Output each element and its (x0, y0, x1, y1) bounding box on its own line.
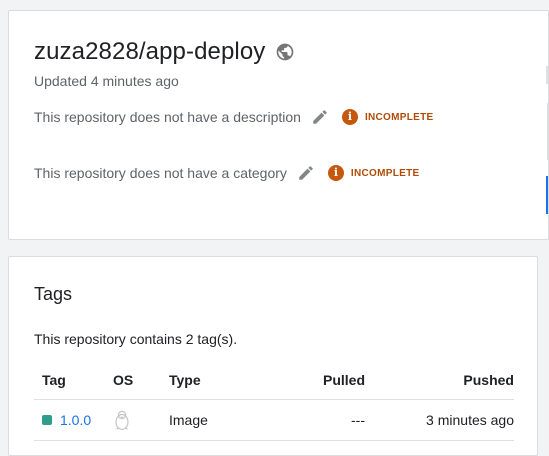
right-edge-divider (546, 66, 548, 84)
type-cell: Image (169, 412, 208, 428)
updated-timestamp: Updated 4 minutes ago (34, 73, 179, 89)
tag-status-dot (42, 415, 52, 425)
description-row: This repository does not have a descript… (34, 108, 434, 126)
right-edge-button-fragment[interactable] (546, 176, 548, 214)
column-header-pushed[interactable]: Pushed (365, 372, 514, 388)
description-status-badge: i INCOMPLETE (341, 109, 434, 125)
info-icon: i (327, 165, 344, 181)
table-row: 1.0.0 Image --- 3 minutes ago (34, 400, 514, 441)
tags-table: Tag OS Type Pulled Pushed 1.0.0 Image --… (34, 361, 514, 441)
globe-icon (275, 42, 295, 62)
repo-title: zuza2828/app-deploy (34, 38, 266, 65)
tags-section-title: Tags (34, 284, 73, 304)
tag-cell: 1.0.0 (34, 412, 113, 428)
tags-card: Tags This repository contains 2 tag(s). … (8, 256, 538, 456)
column-header-type[interactable]: Type (169, 372, 240, 388)
repo-info-card: zuza2828/app-deploy Updated 4 minutes ag… (8, 10, 549, 240)
column-header-pulled[interactable]: Pulled (240, 372, 365, 388)
column-header-tag[interactable]: Tag (34, 372, 113, 388)
repo-title-row: zuza2828/app-deploy (34, 38, 295, 66)
tags-table-header: Tag OS Type Pulled Pushed (34, 361, 514, 400)
right-edge-panel-border (547, 103, 548, 160)
os-cell (113, 410, 169, 430)
edit-description-pencil-icon[interactable] (311, 108, 329, 126)
column-header-os: OS (113, 372, 134, 388)
category-text: This repository does not have a category (34, 165, 287, 181)
description-text: This repository does not have a descript… (34, 109, 301, 125)
info-icon: i (341, 109, 358, 125)
category-status-text: INCOMPLETE (350, 167, 420, 179)
tags-summary: This repository contains 2 tag(s). (34, 331, 238, 347)
category-row: This repository does not have a category… (34, 164, 419, 182)
edit-category-pencil-icon[interactable] (297, 164, 315, 182)
pulled-cell: --- (351, 412, 365, 428)
description-status-text: INCOMPLETE (364, 111, 434, 123)
pushed-cell: 3 minutes ago (426, 412, 514, 428)
category-status-badge: i INCOMPLETE (327, 165, 420, 181)
tag-link[interactable]: 1.0.0 (60, 412, 91, 428)
linux-icon (113, 410, 131, 430)
